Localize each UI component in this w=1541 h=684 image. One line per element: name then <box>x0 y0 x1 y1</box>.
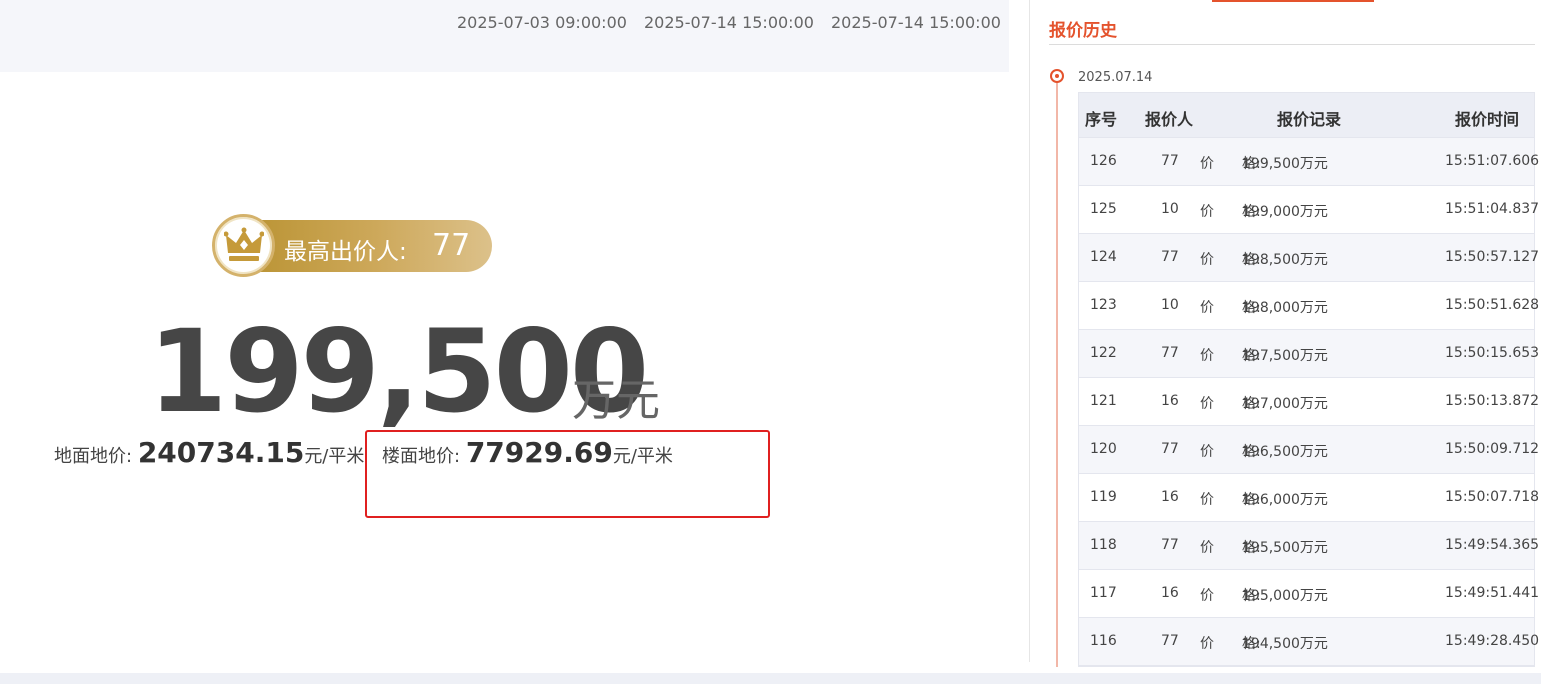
table-row: 118 77 价 格: 195,500万元 15:49:54.365 <box>1079 522 1539 570</box>
bid-no: 117 <box>1090 585 1117 601</box>
bid-bidder: 16 <box>1161 393 1179 409</box>
bid-bidder: 77 <box>1161 441 1179 457</box>
bid-price: 198,000万元 <box>1242 300 1328 316</box>
column-header-no: 序号 <box>1085 110 1118 129</box>
auction-start-time: 2025-07-03 09:00:00 <box>457 13 627 32</box>
table-row: 123 10 价 格: 198,000万元 15:50:51.628 <box>1079 282 1539 330</box>
bid-price: 195,500万元 <box>1242 540 1328 556</box>
auction-time-bar: 2025-07-03 09:00:00 2025-07-14 15:00:00 … <box>0 0 1009 72</box>
table-row: 117 16 价 格: 195,000万元 15:49:51.441 <box>1079 570 1539 618</box>
bid-bidder: 77 <box>1161 153 1179 169</box>
bid-time: 15:50:13.872 <box>1445 393 1540 409</box>
bid-price: 197,500万元 <box>1242 348 1328 364</box>
bid-no: 124 <box>1090 249 1117 265</box>
bid-time: 15:51:07.606 <box>1445 153 1540 169</box>
auction-end-time: 2025-07-14 15:00:00 <box>644 13 814 32</box>
bid-price: 198,500万元 <box>1242 252 1328 268</box>
bid-no: 118 <box>1090 537 1117 553</box>
table-row: 121 16 价 格: 197,000万元 15:50:13.872 <box>1079 378 1539 426</box>
current-price-unit: 万元 <box>572 375 660 426</box>
bid-no: 120 <box>1090 441 1117 457</box>
table-row: 126 77 价 格: 199,500万元 15:51:07.606 <box>1079 138 1539 186</box>
bid-price: 197,000万元 <box>1242 396 1328 412</box>
bottom-scroll-bar[interactable] <box>0 673 1541 684</box>
table-row: 125 10 价 格: 199,000万元 15:51:04.837 <box>1079 186 1539 234</box>
panel-divider <box>1029 0 1030 662</box>
table-row: 124 77 价 格: 198,500万元 15:50:57.127 <box>1079 234 1539 282</box>
column-header-record: 报价记录 <box>1277 110 1342 129</box>
crown-icon <box>212 214 275 277</box>
table-row: 120 77 价 格: 196,500万元 15:50:09.712 <box>1079 426 1539 474</box>
bid-bidder: 77 <box>1161 345 1179 361</box>
bid-time: 15:50:07.718 <box>1445 489 1540 505</box>
bid-price: 196,500万元 <box>1242 444 1328 460</box>
bid-price: 194,500万元 <box>1242 636 1328 652</box>
active-tab-indicator <box>1212 0 1374 2</box>
bid-price: 195,000万元 <box>1242 588 1328 604</box>
bid-no: 122 <box>1090 345 1117 361</box>
bid-no: 123 <box>1090 297 1117 313</box>
table-row: 122 77 价 格: 197,500万元 15:50:15.653 <box>1079 330 1539 378</box>
bid-price: 199,000万元 <box>1242 204 1328 220</box>
auction-page: 2025-07-03 09:00:00 2025-07-14 15:00:00 … <box>0 0 1541 684</box>
bid-history-title-divider <box>1049 44 1535 45</box>
ground-price-label: 地面地价: <box>54 446 133 467</box>
bid-bidder: 77 <box>1161 633 1179 649</box>
bid-bidder: 10 <box>1161 297 1179 313</box>
bid-time: 15:50:51.628 <box>1445 297 1540 313</box>
table-row: 119 16 价 格: 196,000万元 15:50:07.718 <box>1079 474 1539 522</box>
bid-bidder: 16 <box>1161 489 1179 505</box>
column-header-bidder: 报价人 <box>1145 110 1194 129</box>
auction-close-time: 2025-07-14 15:00:00 <box>831 13 1001 32</box>
timeline-date: 2025.07.14 <box>1078 70 1153 85</box>
bid-price: 199,500万元 <box>1242 156 1328 172</box>
bid-time: 15:49:51.441 <box>1445 585 1540 601</box>
highest-bidder-value: 77 <box>432 228 471 263</box>
bid-price: 196,000万元 <box>1242 492 1328 508</box>
floor-price-highlight-box <box>365 430 770 518</box>
bid-bidder: 16 <box>1161 585 1179 601</box>
table-row: 116 77 价 格: 194,500万元 15:49:28.450 <box>1079 618 1539 666</box>
bid-no: 119 <box>1090 489 1117 505</box>
bid-no: 126 <box>1090 153 1117 169</box>
bid-time: 15:51:04.837 <box>1445 201 1540 217</box>
bid-time: 15:50:15.653 <box>1445 345 1540 361</box>
ground-price-value: 240734.15 <box>137 436 305 469</box>
column-header-time: 报价时间 <box>1455 110 1520 129</box>
ground-price-unit: 元/平米 <box>304 446 365 467</box>
bid-time: 15:50:57.127 <box>1445 249 1540 265</box>
bid-history-header: 序号 报价人 报价记录 报价时间 <box>1079 93 1534 138</box>
bid-bidder: 77 <box>1161 249 1179 265</box>
timeline-dot-icon <box>1050 69 1064 83</box>
timeline-line <box>1056 82 1058 667</box>
bid-history-title: 报价历史 <box>1049 21 1117 41</box>
ground-price: 地面地价: 240734.15元/平米 <box>54 436 364 469</box>
bid-time: 15:49:28.450 <box>1445 633 1540 649</box>
bid-no: 125 <box>1090 201 1117 217</box>
bid-time: 15:50:09.712 <box>1445 441 1540 457</box>
bid-no: 116 <box>1090 633 1117 649</box>
bid-history-table: 序号 报价人 报价记录 报价时间 126 77 价 格: 199,500万元 15:51… <box>1078 92 1539 667</box>
bid-bidder: 10 <box>1161 201 1179 217</box>
bid-no: 121 <box>1090 393 1117 409</box>
highest-bidder-label: 最高出价人: <box>284 239 407 265</box>
bid-time: 15:49:54.365 <box>1445 537 1540 553</box>
bid-bidder: 77 <box>1161 537 1179 553</box>
